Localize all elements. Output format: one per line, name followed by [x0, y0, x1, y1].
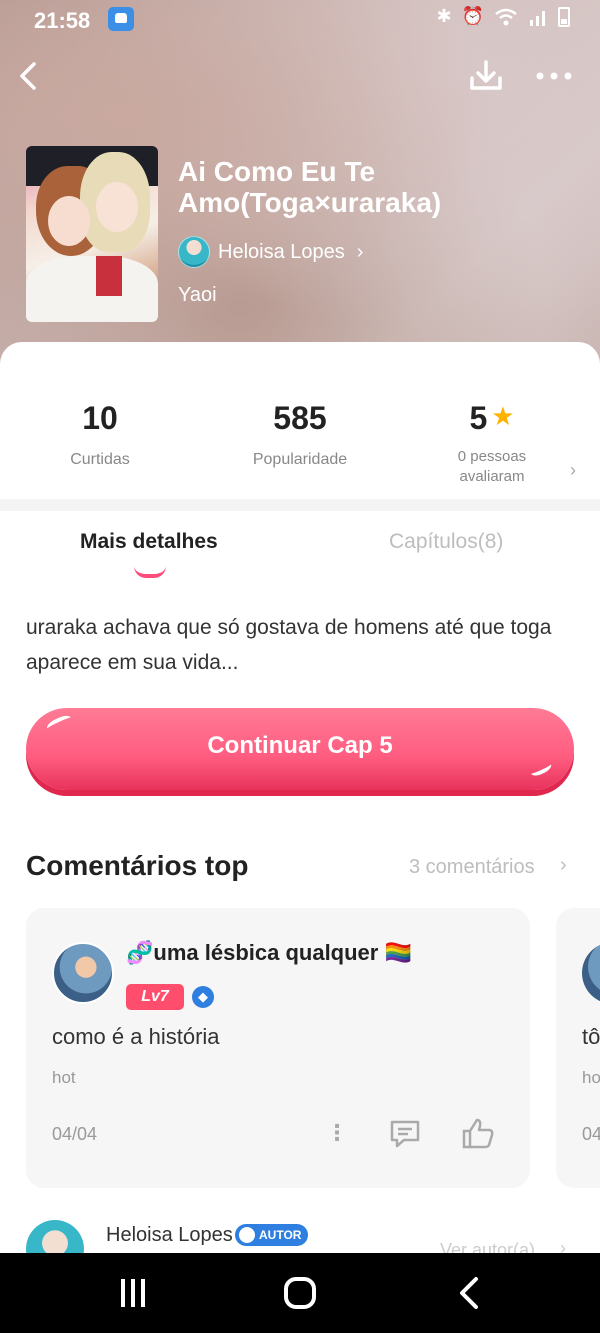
- comment-text: como é a história: [52, 1024, 220, 1049]
- tab-details[interactable]: Mais detalhes: [80, 530, 218, 554]
- comment-text: tô: [582, 1024, 600, 1049]
- thumbs-up-icon[interactable]: [460, 1116, 496, 1150]
- stat-likes-value: 10: [82, 400, 118, 436]
- comment-username[interactable]: 🧬uma lésbica qualquer 🏳️‍🌈: [126, 940, 412, 966]
- chevron-right-icon[interactable]: ›: [570, 460, 576, 481]
- stat-likes: 10 Curtidas: [0, 400, 200, 469]
- stat-rating-label: 0 pessoas avaliaram: [457, 448, 527, 485]
- battery-icon: [558, 6, 570, 27]
- author-name: Heloisa Lopes: [218, 240, 345, 263]
- author-footer[interactable]: Heloisa Lopes AUTOR Ver autor(a) ›: [0, 1214, 600, 1254]
- back-nav-icon[interactable]: [454, 1273, 484, 1313]
- comment-card[interactable]: 🧬uma lésbica qualquer 🏳️‍🌈 Lv7 ◆ como é …: [26, 908, 530, 1188]
- more-vertical-icon[interactable]: ⋮: [326, 1120, 348, 1146]
- bluetooth-icon: ✱: [436, 6, 452, 26]
- system-nav-bar: [0, 1253, 600, 1333]
- section-divider: [0, 499, 600, 511]
- comment-tag: ho: [582, 1068, 600, 1087]
- cloud-app-icon: [108, 7, 134, 31]
- download-icon[interactable]: [466, 56, 506, 96]
- author-avatar: [178, 236, 210, 268]
- wifi-icon: [495, 8, 517, 25]
- star-icon: ★: [491, 401, 515, 431]
- continue-reading-label: Continuar Cap 5: [207, 732, 393, 759]
- stat-popularity-value: 585: [273, 400, 327, 436]
- more-icon[interactable]: [532, 56, 576, 96]
- stat-rating-value: 5: [469, 400, 488, 436]
- view-author-link[interactable]: Ver autor(a): [440, 1240, 535, 1254]
- chevron-right-icon[interactable]: ›: [560, 854, 567, 877]
- stat-rating[interactable]: 5 ★ 0 pessoas avaliaram: [392, 400, 592, 487]
- chevron-right-icon: ›: [356, 240, 364, 263]
- status-bar: 21:58 ✱ ⏰: [0, 0, 600, 40]
- stats-row: 10 Curtidas 585 Popularidade 5 ★ 0 pessoa…: [0, 400, 600, 500]
- status-icons: ✱ ⏰: [436, 6, 570, 27]
- book-cover[interactable]: [26, 146, 158, 322]
- home-icon[interactable]: [284, 1277, 316, 1309]
- chevron-right-icon[interactable]: ›: [560, 1238, 566, 1254]
- comment-date: 04: [582, 1124, 600, 1144]
- tab-chapters[interactable]: Capítulos(8): [389, 530, 503, 554]
- avatar: [26, 1220, 84, 1254]
- level-badge: Lv7: [126, 984, 184, 1010]
- author-link[interactable]: Heloisa Lopes ›: [178, 236, 363, 268]
- comment-card[interactable]: tô ho 04: [556, 908, 600, 1188]
- book-title: Ai Como Eu Te Amo(Toga×uraraka): [178, 156, 442, 218]
- comment-tag: hot: [52, 1068, 76, 1087]
- avatar[interactable]: [582, 942, 600, 1004]
- stat-popularity: 585 Popularidade: [200, 400, 400, 469]
- recents-icon[interactable]: [118, 1277, 148, 1309]
- author-footer-name: Heloisa Lopes: [106, 1224, 233, 1246]
- avatar[interactable]: [52, 942, 114, 1004]
- comment-date: 04/04: [52, 1124, 98, 1144]
- status-time: 21:58: [34, 8, 91, 33]
- synopsis: uraraka achava que só gostava de homens …: [26, 616, 552, 674]
- book-genre: Yaoi: [178, 284, 217, 306]
- verified-badge-icon: ◆: [192, 986, 214, 1008]
- stat-likes-label: Curtidas: [70, 451, 130, 468]
- back-icon[interactable]: [10, 56, 50, 96]
- signal-icon: [530, 10, 545, 26]
- comments-title: Comentários top: [26, 850, 249, 881]
- reply-icon[interactable]: [388, 1118, 422, 1150]
- stat-popularity-label: Popularidade: [252, 451, 348, 468]
- comments-count[interactable]: 3 comentários: [409, 856, 535, 879]
- alarm-icon: ⏰: [461, 6, 484, 26]
- continue-reading-button[interactable]: Continuar Cap 5: [26, 708, 574, 790]
- author-badge: AUTOR: [235, 1224, 309, 1246]
